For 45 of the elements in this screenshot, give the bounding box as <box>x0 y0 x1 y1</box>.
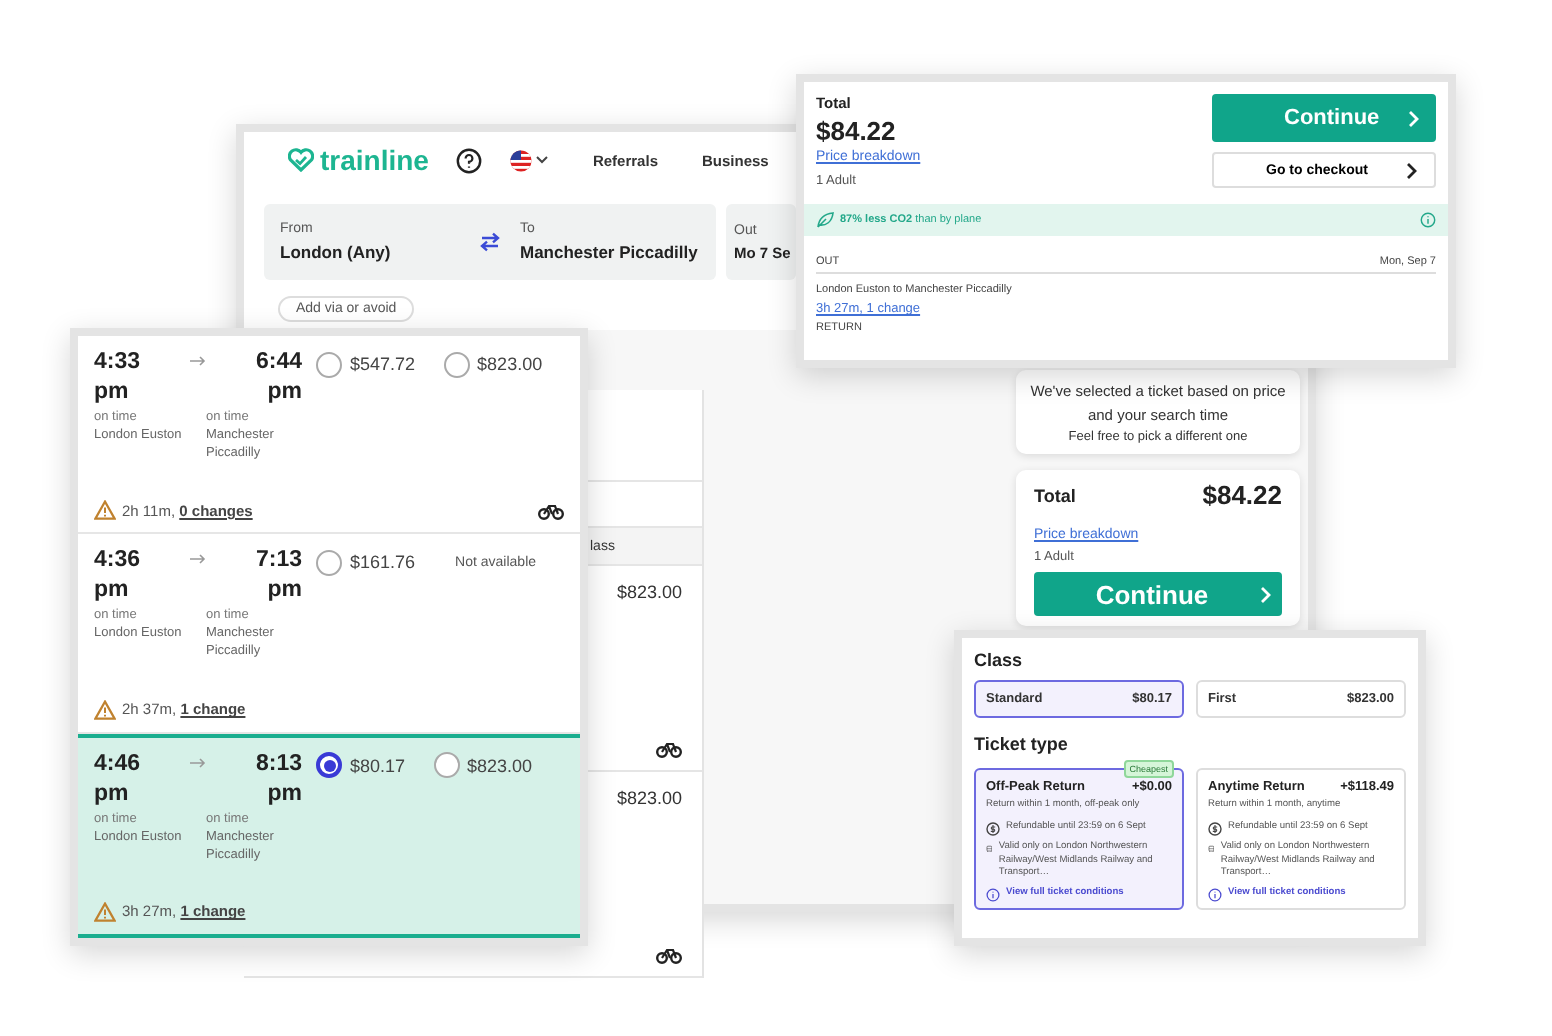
radio-button[interactable] <box>316 549 342 576</box>
arrival-time: 8:13 pm <box>253 749 302 810</box>
heart-check-icon <box>288 148 314 172</box>
radio-button[interactable] <box>433 752 460 779</box>
help-icon[interactable] <box>456 147 483 173</box>
caret-icon[interactable] <box>536 156 549 164</box>
coin-icon <box>1208 822 1222 836</box>
field-value: Manchester Piccadilly <box>520 242 700 262</box>
chevron-icon <box>1260 585 1273 603</box>
flag-icon[interactable] <box>510 149 533 171</box>
fare-price: $823.00 <box>616 788 682 808</box>
fare-option[interactable]: $80.17 <box>316 749 406 782</box>
departure-time: 4:33 pm <box>94 348 143 408</box>
fare-option[interactable]: $823.00 <box>433 749 533 782</box>
radio-button[interactable] <box>316 351 342 377</box>
swap-icon[interactable] <box>480 232 500 252</box>
info-icon <box>986 887 1000 901</box>
fare-option[interactable]: $823.00 <box>443 348 543 380</box>
departure-time: 4:46 pm <box>94 749 143 810</box>
warning-icon <box>94 699 116 720</box>
info-icon <box>1420 212 1436 228</box>
radio-button[interactable] <box>443 351 470 377</box>
radio-button[interactable] <box>316 752 342 779</box>
coin-icon <box>986 822 1000 836</box>
ticket-type-heading: Ticket type <box>974 734 1070 754</box>
field-value: London (Any) <box>280 242 393 262</box>
fare-price: $823.00 <box>616 582 682 602</box>
arrow-icon <box>190 356 206 366</box>
arrow-icon <box>190 757 206 768</box>
departure-time: 4:36 pm <box>94 546 143 607</box>
total-price: $84.22 <box>1202 480 1282 510</box>
fare-option[interactable]: $161.76 <box>316 546 416 579</box>
total-label: Total <box>1034 485 1076 505</box>
chevron-icon <box>1406 161 1418 179</box>
arrival-time: 6:44 pm <box>253 348 302 408</box>
warning-icon <box>94 500 116 521</box>
warning-icon <box>94 901 116 922</box>
class-heading: Class <box>974 650 1025 670</box>
total-price: $84.22 <box>816 116 898 146</box>
fare-option[interactable]: $547.72 <box>316 348 416 380</box>
leaf-icon <box>816 212 834 228</box>
arrival-time: 7:13 pm <box>253 546 302 607</box>
chevron-icon <box>1408 109 1420 127</box>
info-icon <box>1208 887 1222 901</box>
arrow-icon <box>190 554 206 565</box>
